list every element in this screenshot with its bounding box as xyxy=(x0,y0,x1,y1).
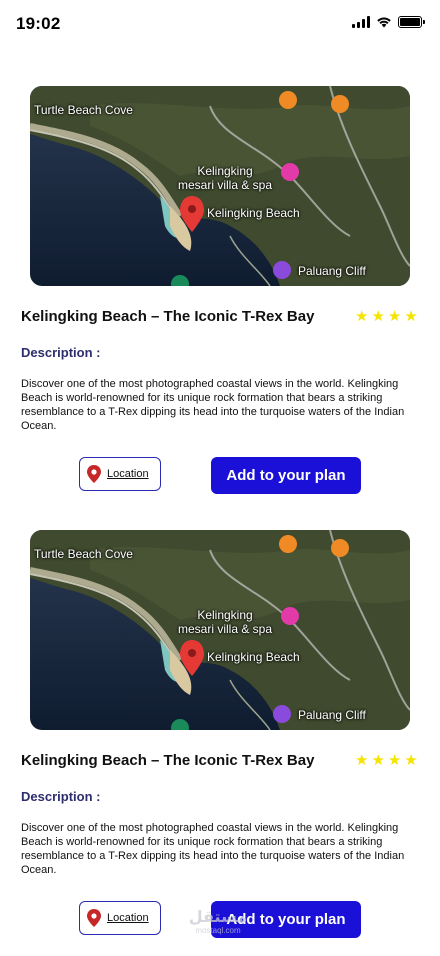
star-icon: ★ xyxy=(355,752,369,769)
location-button[interactable]: Location xyxy=(79,457,161,491)
rating-stars: ★ ★ ★ ★ xyxy=(355,308,418,326)
map-label-paluang-cliff: Paluang Cliff xyxy=(298,264,366,278)
place-card: Turtle Beach Cove Kelingking mesari vill… xyxy=(0,530,440,956)
rating-stars: ★ ★ ★ ★ xyxy=(355,752,418,770)
description-heading: Description : xyxy=(21,345,101,360)
place-title: Kelingking Beach – The Iconic T-Rex Bay xyxy=(21,308,315,325)
map-label-turtle-beach-cove: Turtle Beach Cove xyxy=(34,103,133,117)
location-label: Location xyxy=(107,468,149,480)
cellular-signal-icon xyxy=(352,16,370,28)
map-preview[interactable]: Turtle Beach Cove Kelingking mesari vill… xyxy=(30,86,410,286)
star-icon: ★ xyxy=(371,308,385,325)
star-icon: ★ xyxy=(371,752,385,769)
description-text: Discover one of the most photographed co… xyxy=(21,378,405,432)
status-time: 19:02 xyxy=(16,14,61,33)
location-label: Location xyxy=(107,912,149,924)
star-icon: ★ xyxy=(387,752,402,769)
map-label-turtle-beach-cove: Turtle Beach Cove xyxy=(34,547,133,561)
star-icon: ★ xyxy=(404,308,418,325)
place-title: Kelingking Beach – The Iconic T-Rex Bay xyxy=(21,752,315,769)
wifi-icon xyxy=(377,17,391,28)
add-to-plan-button[interactable]: Add to your plan xyxy=(211,901,361,938)
place-card: Turtle Beach Cove Kelingking mesari vill… xyxy=(0,86,440,526)
add-to-plan-button[interactable]: Add to your plan xyxy=(211,457,361,494)
map-label-kelingking-beach: Kelingking Beach xyxy=(207,206,300,220)
map-label-villa-line1: Kelingking xyxy=(197,164,253,178)
star-icon: ★ xyxy=(387,308,402,325)
map-label-villa-line2: mesari villa & spa xyxy=(178,178,273,192)
battery-icon xyxy=(398,16,425,28)
description-text: Discover one of the most photographed co… xyxy=(21,822,405,876)
map-label-villa: Kelingking mesari villa & spa xyxy=(178,608,272,636)
star-icon: ★ xyxy=(355,308,369,325)
location-button[interactable]: Location xyxy=(79,901,161,935)
status-icons xyxy=(352,16,425,28)
map-label-villa-line2: mesari villa & spa xyxy=(178,622,273,636)
location-pin-icon xyxy=(87,909,101,927)
map-label-kelingking-beach: Kelingking Beach xyxy=(207,650,300,664)
map-label-paluang-cliff: Paluang Cliff xyxy=(298,708,366,722)
map-preview[interactable]: Turtle Beach Cove Kelingking mesari vill… xyxy=(30,530,410,730)
map-label-villa: Kelingking mesari villa & spa xyxy=(178,164,272,192)
map-label-villa-line1: Kelingking xyxy=(197,608,253,622)
status-bar: 19:02 xyxy=(0,0,440,48)
location-pin-icon xyxy=(87,465,101,483)
star-icon: ★ xyxy=(404,752,418,769)
description-heading: Description : xyxy=(21,789,101,804)
